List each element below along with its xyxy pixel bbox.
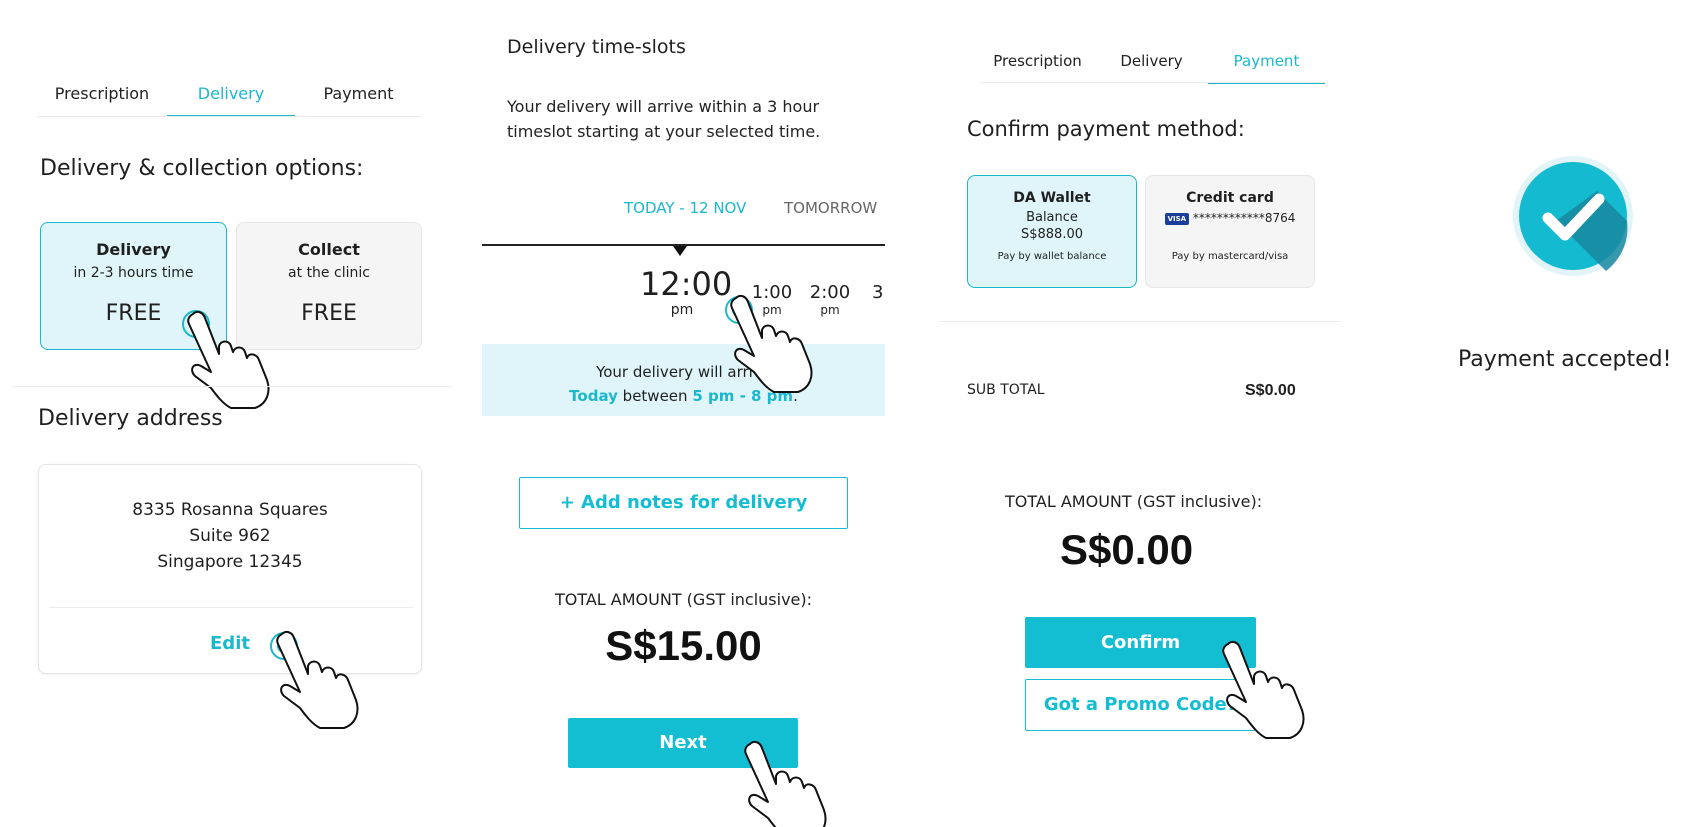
tab-prescription[interactable]: Prescription	[980, 52, 1095, 84]
tab-underline	[37, 116, 422, 117]
arrival-day: Today	[569, 387, 618, 405]
screen-payment-accepted: Payment accepted!	[1430, 0, 1691, 827]
wallet-title: DA Wallet	[1013, 190, 1091, 206]
address-title: Delivery address	[38, 406, 223, 431]
tab-prescription[interactable]: Prescription	[37, 84, 167, 117]
day-tab-tomorrow[interactable]: TOMORROW	[784, 199, 877, 217]
credit-card-title: Credit card	[1186, 190, 1274, 206]
edit-address-button[interactable]: Edit	[39, 633, 421, 654]
address-line-2: Suite 962	[189, 526, 271, 546]
screen-delivery-options: Prescription Delivery Payment Delivery &…	[0, 0, 452, 827]
time-slots-description-2: timeslot starting at your selected time.	[507, 122, 821, 141]
tab-underline	[980, 82, 1325, 83]
options-title: Delivery & collection options:	[40, 156, 364, 181]
total-amount: S$0.00	[1060, 526, 1194, 573]
section-divider	[12, 386, 452, 387]
address-card-divider	[49, 607, 413, 608]
arrival-between: between	[622, 387, 688, 405]
payment-accepted-message: Payment accepted!	[1458, 347, 1672, 372]
hand-pointer-icon	[276, 630, 359, 729]
total-amount: S$15.00	[605, 622, 762, 669]
screen-time-slots: Delivery time-slots Your delivery will a…	[482, 0, 885, 827]
hand-pointer-icon	[730, 294, 813, 393]
tab-payment[interactable]: Payment	[1208, 52, 1325, 84]
arrival-info-banner: Your delivery will arrive Today between …	[482, 344, 885, 416]
time-slots-title: Delivery time-slots	[507, 36, 686, 58]
collect-option-subtitle: at the clinic	[288, 265, 370, 281]
credit-card-footer: Pay by mastercard/visa	[1171, 251, 1289, 262]
screen-payment: Prescription Delivery Payment Confirm pa…	[940, 0, 1340, 827]
total-label: TOTAL AMOUNT (GST inclusive):	[1005, 492, 1263, 511]
subtotal-label: SUB TOTAL	[967, 382, 1045, 398]
collect-option-title: Collect	[298, 240, 360, 259]
wallet-footer: Pay by wallet balance	[997, 251, 1107, 262]
total-label: TOTAL AMOUNT (GST inclusive):	[554, 590, 813, 609]
selected-time-period: pm	[670, 302, 694, 318]
tab-bar: Prescription Delivery Payment	[37, 84, 422, 117]
wallet-balance-label: Balance	[1026, 210, 1078, 225]
visa-icon: VISA	[1164, 212, 1190, 225]
credit-card-number-row: VISA ************8764	[1146, 211, 1314, 225]
tab-delivery[interactable]: Delivery	[167, 84, 295, 117]
address-card: 8335 Rosanna Squares Suite 962 Singapore…	[38, 464, 422, 674]
tab-bar: Prescription Delivery Payment	[980, 52, 1355, 84]
wallet-payment-card[interactable]: DA Wallet Balance S$888.00 Pay by wallet…	[967, 175, 1137, 288]
hand-pointer-icon	[187, 310, 270, 409]
tab-payment[interactable]: Payment	[295, 84, 422, 117]
arrival-line-1: Your delivery will arrive	[596, 363, 771, 381]
timeline-marker-icon	[673, 246, 687, 256]
tab-delivery[interactable]: Delivery	[1095, 52, 1208, 84]
time-slot[interactable]: 3	[872, 282, 885, 303]
delivery-option-title: Delivery	[96, 240, 171, 259]
credit-card-payment-card[interactable]: Credit card VISA ************8764 Pay by…	[1145, 175, 1315, 288]
address-line-3: Singapore 12345	[157, 552, 303, 572]
section-divider	[940, 321, 1340, 322]
address-line-1: 8335 Rosanna Squares	[132, 500, 328, 520]
arrival-line-2: Today between 5 pm - 8 pm.	[482, 384, 885, 408]
delivery-option-subtitle: in 2-3 hours time	[73, 265, 194, 281]
checkmark-success-icon	[1513, 156, 1633, 276]
hand-pointer-icon	[744, 740, 827, 827]
time-slots-description-1: Your delivery will arrive within a 3 hou…	[507, 97, 820, 116]
selected-time-value: 12:00	[640, 265, 733, 303]
add-notes-button[interactable]: + Add notes for delivery	[519, 477, 848, 529]
time-slot-value: 3	[872, 282, 884, 303]
selected-time[interactable]: 12:00 pm	[640, 265, 733, 318]
day-tab-today[interactable]: TODAY - 12 NOV	[624, 199, 746, 217]
hand-pointer-icon	[1222, 640, 1305, 739]
confirm-payment-title: Confirm payment method:	[967, 117, 1245, 141]
subtotal-value: S$0.00	[1245, 382, 1296, 399]
credit-card-number: ************8764	[1192, 211, 1296, 225]
wallet-balance-value: S$888.00	[1020, 227, 1083, 242]
